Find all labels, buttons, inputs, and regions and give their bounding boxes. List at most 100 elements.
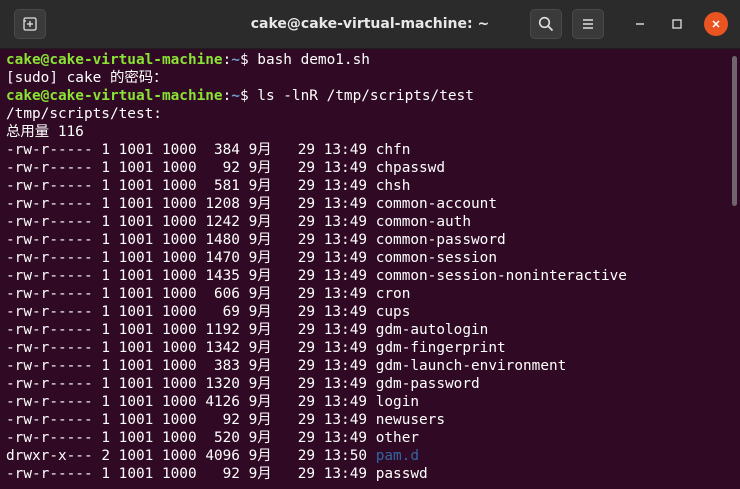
file-day: 29: [289, 160, 316, 176]
file-links: 1: [101, 394, 110, 410]
file-permissions: drwxr-x---: [6, 448, 93, 464]
hamburger-menu-icon: [583, 19, 593, 29]
minimize-button[interactable]: [628, 12, 652, 36]
file-permissions: -rw-r-----: [6, 160, 93, 176]
file-links: 1: [101, 268, 110, 284]
command-text: bash demo1.sh: [257, 52, 370, 68]
file-size: 384: [205, 142, 240, 158]
file-listing-row: -rw-r----- 1 1001 1000 1435 9月 29 13:49 …: [6, 267, 627, 285]
file-month: 9月: [248, 178, 272, 194]
output-line: 总用量 116: [6, 123, 84, 141]
menu-button[interactable]: [572, 9, 604, 39]
file-links: 1: [101, 142, 110, 158]
file-month: 9月: [248, 376, 272, 392]
file-gid: 1000: [161, 466, 197, 482]
file-links: 1: [101, 430, 110, 446]
file-month: 9月: [248, 340, 272, 356]
minimize-icon: [636, 23, 644, 25]
file-listing-row: -rw-r----- 1 1001 1000 383 9月 29 13:49 g…: [6, 357, 566, 375]
file-uid: 1001: [118, 232, 154, 248]
close-button[interactable]: [704, 12, 728, 36]
file-gid: 1000: [161, 286, 197, 302]
file-uid: 1001: [118, 394, 154, 410]
file-size: 92: [205, 466, 240, 482]
file-size: 92: [205, 160, 240, 176]
file-permissions: -rw-r-----: [6, 322, 93, 338]
file-links: 1: [101, 376, 110, 392]
file-uid: 1001: [118, 250, 154, 266]
terminal-output[interactable]: cake@cake-virtual-machine: ~ $ bash demo1.…: [0, 49, 740, 489]
maximize-button[interactable]: [665, 12, 689, 36]
file-name: chpasswd: [375, 160, 446, 176]
prompt-user: cake@cake-virtual-machine: [6, 88, 223, 104]
file-gid: 1000: [161, 448, 197, 464]
file-links: 2: [101, 448, 110, 464]
file-time: 13:49: [323, 430, 368, 446]
prompt-line: cake@cake-virtual-machine:~$ bash demo1.…: [6, 51, 370, 69]
file-listing-row: -rw-r----- 1 1001 1000 92 9月 29 13:49 pa…: [6, 465, 428, 483]
file-listing-row: -rw-r----- 1 1001 1000 1208 9月 29 13:49 …: [6, 195, 497, 213]
file-gid: 1000: [161, 196, 197, 212]
file-day: 29: [289, 358, 316, 374]
file-uid: 1001: [118, 286, 154, 302]
file-size: 383: [205, 358, 240, 374]
prompt-colon: :: [222, 52, 232, 68]
file-gid: 1000: [161, 304, 197, 320]
file-time: 13:49: [323, 142, 368, 158]
file-time: 13:49: [323, 322, 368, 338]
file-links: 1: [101, 304, 110, 320]
file-permissions: -rw-r-----: [6, 178, 93, 194]
file-month: 9月: [248, 142, 272, 158]
terminal-window: cake@cake-virtual-machine: ~ cake@cake-v…: [0, 0, 740, 489]
file-gid: 1000: [161, 178, 197, 194]
file-name: cups: [375, 304, 411, 320]
file-uid: 1001: [118, 322, 154, 338]
file-uid: 1001: [118, 358, 154, 374]
file-uid: 1001: [118, 430, 154, 446]
file-permissions: -rw-r-----: [6, 412, 93, 428]
file-size: 92: [205, 412, 240, 428]
file-day: 29: [289, 394, 316, 410]
search-button[interactable]: [530, 9, 562, 39]
file-gid: 1000: [161, 160, 197, 176]
output-line: /tmp/scripts/test:: [6, 105, 162, 123]
file-name: gdm-autologin: [375, 322, 489, 338]
close-icon: [712, 20, 720, 28]
output-text: 总用量 116: [6, 124, 84, 140]
file-name: cron: [375, 286, 411, 302]
scrollbar-thumb[interactable]: [732, 56, 737, 206]
file-permissions: -rw-r-----: [6, 214, 93, 230]
file-gid: 1000: [161, 430, 197, 446]
file-permissions: -rw-r-----: [6, 340, 93, 356]
file-permissions: -rw-r-----: [6, 232, 93, 248]
file-uid: 1001: [118, 448, 154, 464]
file-gid: 1000: [161, 358, 197, 374]
file-name: gdm-fingerprint: [375, 340, 506, 356]
file-month: 9月: [248, 250, 272, 266]
file-permissions: -rw-r-----: [6, 142, 93, 158]
file-name: gdm-launch-environment: [375, 358, 567, 374]
directory-name: pam.d: [375, 448, 420, 464]
file-day: 29: [289, 250, 316, 266]
prompt-symbol: $: [239, 52, 258, 68]
file-day: 29: [289, 448, 316, 464]
file-day: 29: [289, 466, 316, 482]
file-links: 1: [101, 286, 110, 302]
prompt-path: ~: [231, 88, 240, 104]
file-links: 1: [101, 340, 110, 356]
file-size: 1320: [205, 376, 240, 392]
file-size: 1342: [205, 340, 240, 356]
file-day: 29: [289, 268, 316, 284]
file-time: 13:49: [323, 412, 368, 428]
file-permissions: -rw-r-----: [6, 466, 93, 482]
file-permissions: -rw-r-----: [6, 268, 93, 284]
file-size: 1208: [205, 196, 240, 212]
file-name: common-session-noninteractive: [375, 268, 627, 284]
file-day: 29: [289, 142, 316, 158]
file-links: 1: [101, 214, 110, 230]
file-month: 9月: [248, 412, 272, 428]
file-time: 13:49: [323, 178, 368, 194]
file-listing-row: -rw-r----- 1 1001 1000 4126 9月 29 13:49 …: [6, 393, 419, 411]
file-name: common-account: [375, 196, 497, 212]
file-size: 520: [205, 430, 240, 446]
